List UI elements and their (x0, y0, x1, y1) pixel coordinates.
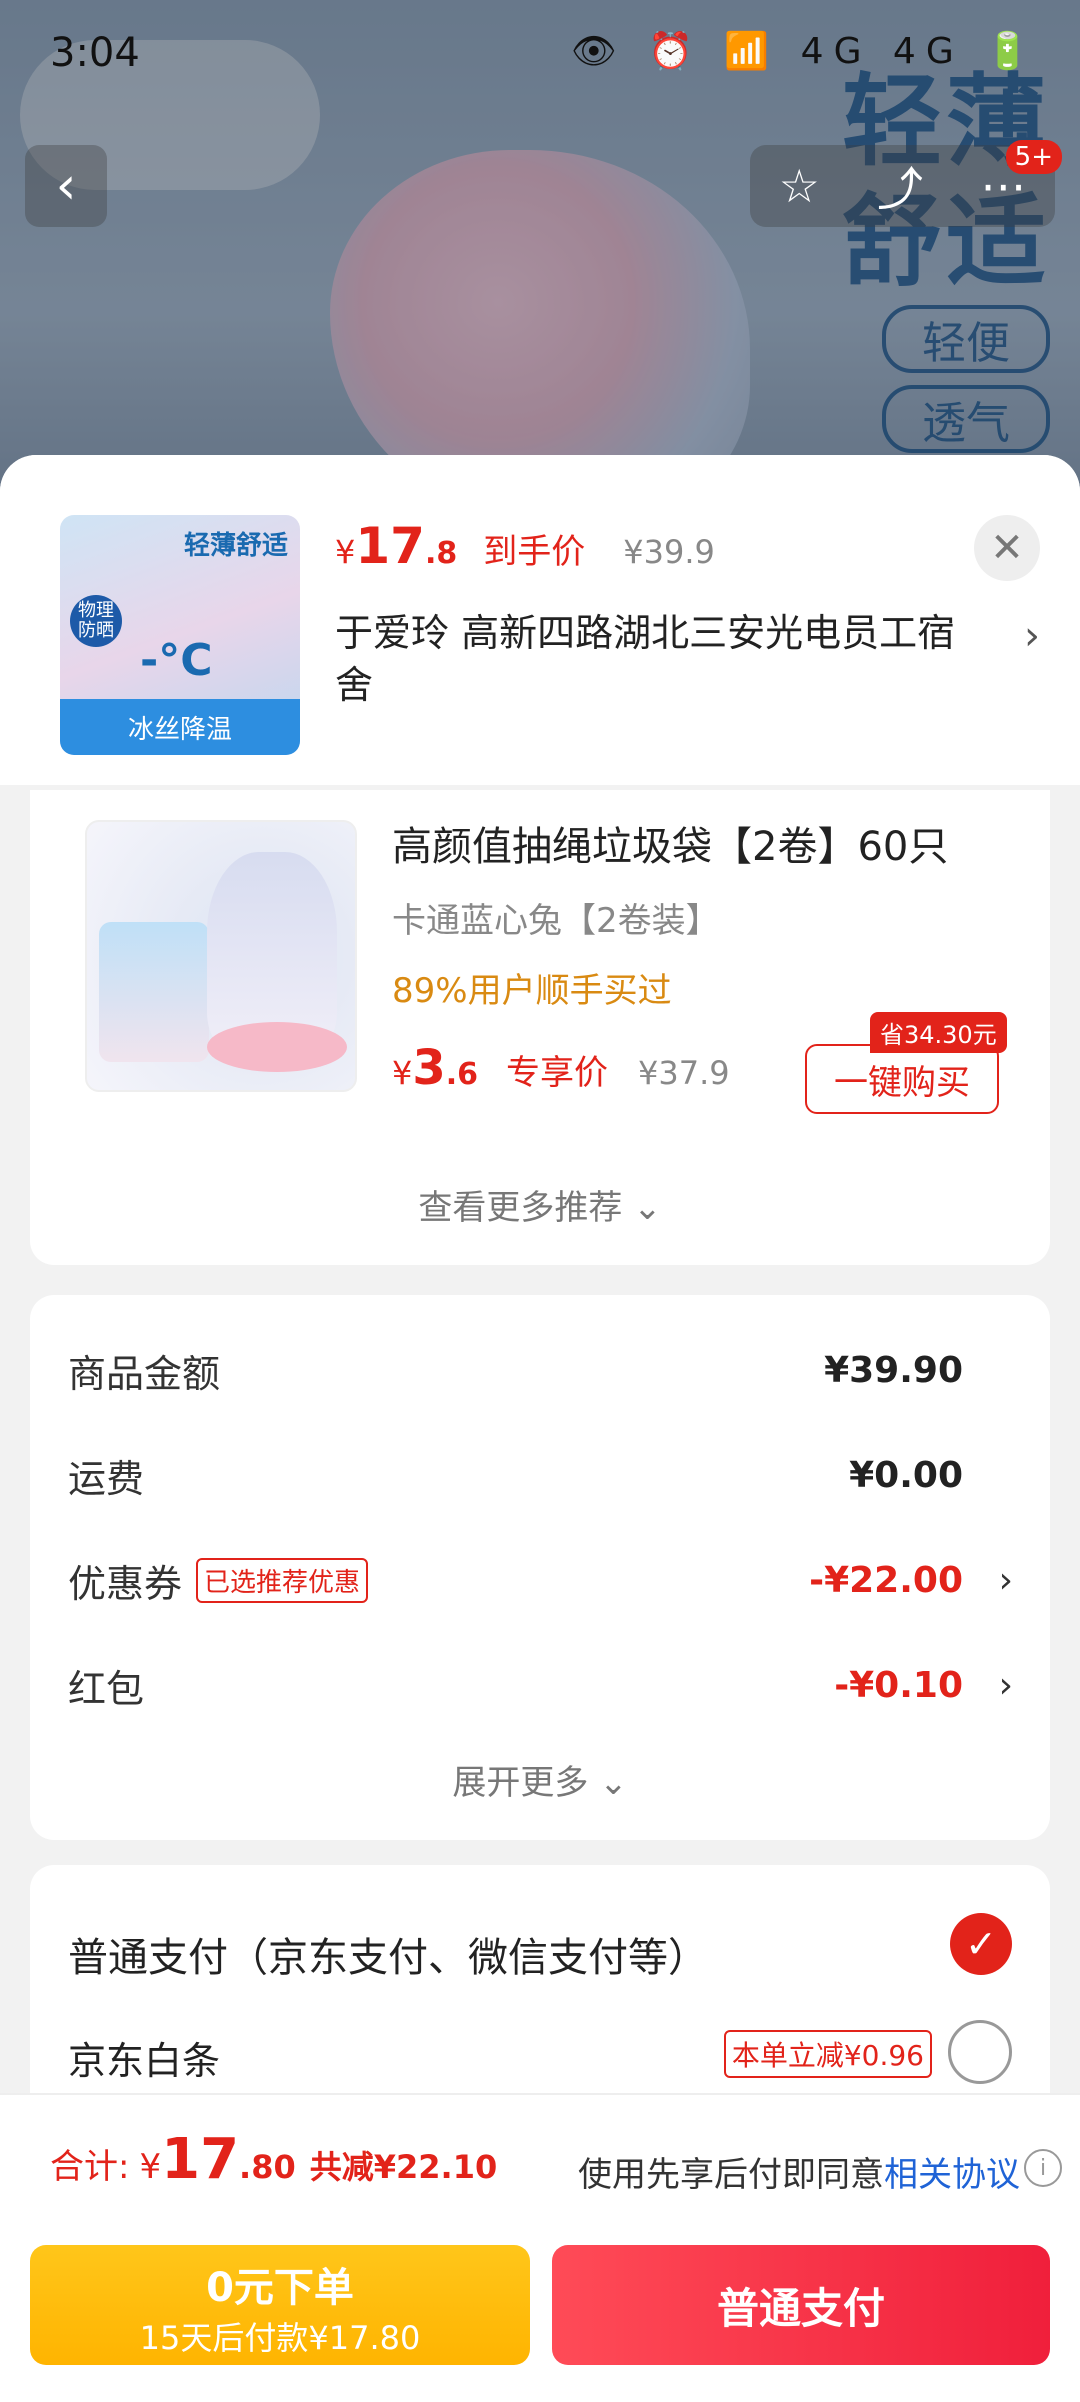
fee-label: 商品金额 (68, 1351, 221, 1396)
baitiao-discount-tag: 本单立减¥0.96 (723, 2030, 932, 2078)
final-price: ¥17.8 到手价 ¥39.9 (335, 517, 715, 575)
fee-label: 优惠券 (68, 1561, 183, 1606)
info-icon[interactable]: i (1024, 2149, 1062, 2187)
total-savings: 共减¥22.10 (309, 2148, 498, 2186)
product-thumbnail[interactable]: 轻薄舒适 物理防晒 -°C 冰丝降温 (60, 515, 300, 755)
thumb-top-text: 轻薄舒适 (183, 531, 288, 561)
checkout-bar: 合计: ¥ 17 .80 共减¥22.10 使用先享后付即同意相关协议 i 0元… (0, 2093, 1080, 2402)
message-badge: 5+ (1005, 140, 1062, 174)
rec-price-currency: ¥ (392, 1054, 413, 1092)
fee-label: 运费 (68, 1456, 145, 1501)
status-icons: 👁 ⏰ 📶 4G 4G 🔋 (571, 31, 1040, 72)
fee-label: 红包 (68, 1666, 145, 1711)
thumb-temp: -°C (140, 635, 213, 686)
fee-row-coupon[interactable]: 优惠券 已选推荐优惠 -¥22.00 › (68, 1545, 1013, 1615)
recommendation-spec: 卡通蓝心兔【2卷装】 (392, 901, 720, 941)
star-icon[interactable]: ☆ (779, 159, 820, 213)
price-integer: 17 (355, 517, 425, 575)
recommendation-image[interactable] (85, 820, 357, 1092)
rec-price-decimal: .6 (445, 1057, 479, 1092)
normal-pay-button[interactable]: 普通支付 (552, 2245, 1050, 2365)
payment-option-normal[interactable]: 普通支付（京东支付、微信支付等） (68, 1925, 708, 1983)
total-amount: 合计: ¥ 17 .80 共减¥22.10 (50, 2127, 497, 2192)
recommendation-card: 高颜值抽绳垃圾袋【2卷】60只 卡通蓝心兔【2卷装】 89%用户顺手买过 ¥3.… (30, 790, 1050, 1265)
rec-original-price: ¥37.9 (638, 1054, 730, 1092)
total-currency: ¥ (139, 2147, 162, 2187)
fee-row-shipping: 运费 ¥0.00 (68, 1440, 1013, 1510)
close-icon: ✕ (990, 525, 1024, 571)
chevron-right-icon: › (998, 1664, 1013, 1706)
pay-later-title: 0元下单 (206, 2265, 354, 2311)
thumb-bar: 冰丝降温 (60, 699, 300, 755)
order-summary: 轻薄舒适 物理防晒 -°C 冰丝降温 ¥17.8 到手价 ¥39.9 ✕ 于爱玲… (0, 455, 1080, 785)
total-decimal: .80 (239, 2148, 296, 2186)
back-button[interactable]: ‹ (25, 145, 107, 227)
recommendation-title[interactable]: 高颜值抽绳垃圾袋【2卷】60只 (392, 814, 948, 872)
one-click-buy-button[interactable]: 一键购买 (805, 1044, 999, 1114)
fee-row-red-packet[interactable]: 红包 -¥0.10 › (68, 1650, 1013, 1720)
thumb-badge: 物理防晒 (70, 595, 122, 647)
price-decimal: .8 (424, 536, 458, 571)
fee-card: 商品金额 ¥39.90 运费 ¥0.00 优惠券 已选推荐优惠 -¥22.00 … (30, 1295, 1050, 1840)
price-label: 到手价 (483, 532, 586, 572)
total-integer: 17 (161, 2127, 240, 2192)
pay-later-subtitle: 15天后付款¥17.80 (139, 2319, 421, 2357)
recommendation-price: ¥3.6 专享价 ¥37.9 (392, 1040, 730, 1096)
agreement-text: 使用先享后付即同意相关协议 (578, 2155, 1020, 2195)
save-tag: 省34.30元 (870, 1012, 1007, 1053)
original-price: ¥39.9 (623, 533, 715, 571)
fee-row-goods: 商品金额 ¥39.90 (68, 1335, 1013, 1405)
shipping-address[interactable]: 于爱玲 高新四路湖北三安光电员工宿舍 (335, 607, 965, 711)
chevron-right-icon[interactable]: › (1024, 613, 1040, 659)
total-label: 合计: (50, 2147, 130, 2187)
share-icon[interactable]: ⤴ (877, 153, 923, 219)
more-recommendations-link[interactable]: 查看更多推荐 ⌄ (30, 1180, 1050, 1229)
fee-value: ¥0.00 (849, 1454, 963, 1496)
fee-value: -¥0.10 (834, 1664, 963, 1706)
fee-value: ¥39.90 (824, 1349, 963, 1391)
back-arrow-icon: ‹ (55, 156, 77, 216)
status-time: 3:04 (50, 30, 140, 76)
agreement-link[interactable]: 相关协议 (884, 2155, 1020, 2195)
rec-price-label: 专享价 (506, 1053, 609, 1093)
close-button[interactable]: ✕ (974, 515, 1040, 581)
payment-option-baitiao[interactable]: 京东白条 (68, 2030, 220, 2085)
pay-later-button[interactable]: 0元下单 15天后付款¥17.80 (30, 2245, 530, 2365)
rec-price-integer: 3 (412, 1040, 446, 1096)
chevron-right-icon: › (998, 1559, 1013, 1601)
status-bar: 3:04 👁 ⏰ 📶 4G 4G 🔋 (0, 0, 1080, 110)
checkmark-icon[interactable]: ✓ (950, 1913, 1012, 1975)
coupon-selected-tag: 已选推荐优惠 (196, 1557, 369, 1603)
price-currency: ¥ (335, 533, 356, 571)
radio-unchecked-icon[interactable] (948, 2020, 1012, 2084)
recommendation-stat: 89%用户顺手买过 (392, 971, 672, 1011)
fee-value: -¥22.00 (809, 1559, 963, 1601)
expand-more-link[interactable]: 展开更多 ⌄ (30, 1755, 1050, 1804)
